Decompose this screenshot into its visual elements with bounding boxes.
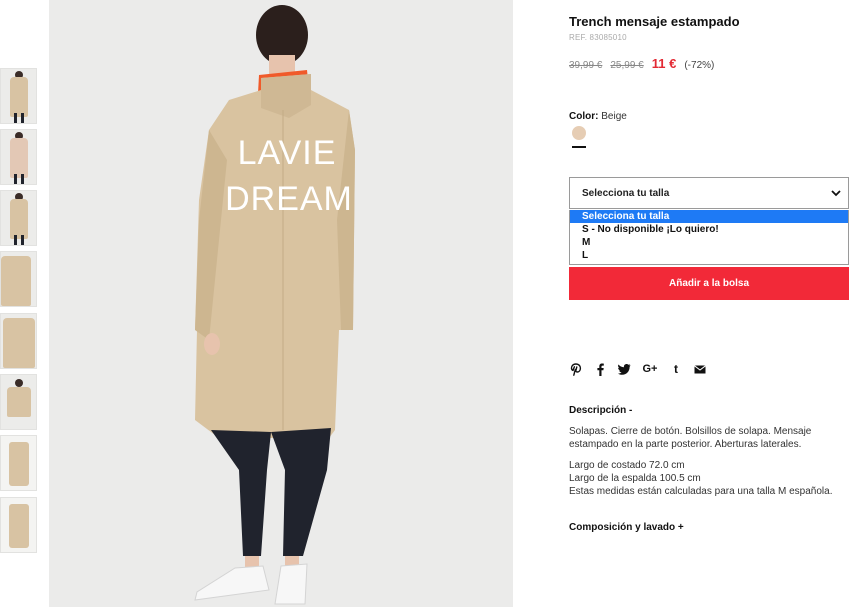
add-to-bag-button[interactable]: Añadir a la bolsa xyxy=(569,267,849,300)
description-title[interactable]: Descripción - xyxy=(569,405,632,416)
thumbnail-4[interactable] xyxy=(0,251,37,307)
thumbnail-2[interactable] xyxy=(0,129,37,185)
size-select-value: Selecciona tu talla xyxy=(582,187,670,199)
color-value: Beige xyxy=(601,111,627,122)
price-current: 11 € xyxy=(651,56,677,71)
thumbnail-8[interactable] xyxy=(0,497,37,553)
thumbnail-5[interactable] xyxy=(0,313,37,369)
measurements: Largo de costado 72.0 cm Largo de la esp… xyxy=(569,459,849,498)
product-info: Trench mensaje estampado REF. 83085010 3… xyxy=(569,0,849,607)
share-icons: G+ t xyxy=(569,362,707,376)
color-label: Color: Beige xyxy=(569,111,627,122)
main-product-image[interactable]: LAVIE DREAM xyxy=(49,0,513,607)
thumbnail-3[interactable] xyxy=(0,190,37,246)
size-option-m[interactable]: M xyxy=(570,236,848,249)
description-text: Solapas. Cierre de botón. Bolsillos de s… xyxy=(569,426,812,450)
composition-toggle[interactable]: Composición y lavado + xyxy=(569,522,684,533)
price-block: 39,99 € 25,99 € 11 € (-72%) xyxy=(569,56,714,71)
price-previous: 25,99 € xyxy=(610,60,644,71)
measure-side-length: Largo de costado 72.0 cm xyxy=(569,460,685,471)
discount-badge: (-72%) xyxy=(684,60,715,71)
measure-note: Estas medidas están calculadas para una … xyxy=(569,486,833,497)
size-option-l[interactable]: L xyxy=(570,249,848,262)
size-option-placeholder[interactable]: Selecciona tu talla xyxy=(570,210,848,223)
product-ref: REF. 83085010 xyxy=(569,33,627,42)
pinterest-icon[interactable] xyxy=(569,362,583,376)
thumbnail-gallery xyxy=(0,0,40,607)
measure-back-length: Largo de la espalda 100.5 cm xyxy=(569,473,701,484)
model-illustration: LAVIE DREAM xyxy=(49,0,513,607)
facebook-icon[interactable] xyxy=(593,362,607,376)
back-print-line-1: LAVIE xyxy=(238,134,337,172)
google-plus-icon[interactable]: G+ xyxy=(641,362,659,376)
email-icon[interactable] xyxy=(693,362,707,376)
price-original: 39,99 € xyxy=(569,60,603,71)
back-print-line-2: DREAM xyxy=(225,180,353,218)
color-label-key: Color: xyxy=(569,111,599,122)
chevron-down-icon xyxy=(831,190,841,197)
color-swatch-beige[interactable] xyxy=(572,126,586,140)
swatch-selected-indicator xyxy=(572,146,586,148)
thumbnail-1[interactable] xyxy=(0,68,37,124)
tumblr-icon[interactable]: t xyxy=(669,362,683,376)
size-dropdown-list: Selecciona tu talla S - No disponible ¡L… xyxy=(569,210,849,265)
product-title: Trench mensaje estampado xyxy=(569,14,740,29)
thumbnail-6[interactable] xyxy=(0,374,37,430)
size-select[interactable]: Selecciona tu talla xyxy=(569,177,849,209)
size-option-s[interactable]: S - No disponible ¡Lo quiero! xyxy=(570,223,848,236)
twitter-icon[interactable] xyxy=(617,362,631,376)
thumbnail-7[interactable] xyxy=(0,435,37,491)
